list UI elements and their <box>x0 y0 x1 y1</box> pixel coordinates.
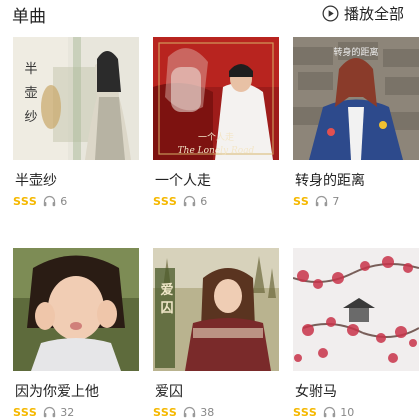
song-title[interactable]: 转身的距离 <box>295 170 365 190</box>
song-meta: SSS 6 <box>153 193 207 209</box>
headphone-icon <box>184 195 196 207</box>
cover-title-art: 半 壶 纱 <box>24 62 37 125</box>
play-circle-icon <box>322 5 339 22</box>
svg-text:The Lonely Road: The Lonely Road <box>178 146 255 156</box>
section-title: 单曲 <box>12 7 46 27</box>
svg-text:转身的距离: 转身的距离 <box>333 46 378 57</box>
svg-text:爱: 爱 <box>160 282 173 298</box>
listen-count: 32 <box>60 405 75 419</box>
quality-badge: SSS <box>13 405 38 419</box>
quality-badge: SSS <box>13 194 38 208</box>
svg-text:囚: 囚 <box>160 301 173 316</box>
quality-badge: SS <box>293 194 310 208</box>
listen-count: 10 <box>340 405 355 419</box>
headphone-icon <box>324 406 336 418</box>
album-cover[interactable] <box>13 248 139 371</box>
svg-text:纱: 纱 <box>24 110 37 125</box>
song-title[interactable]: 因为你爱上他 <box>15 381 99 401</box>
album-cover[interactable]: 一个人走 The Lonely Road <box>153 37 279 160</box>
cover-title-art: 转身的距离 <box>333 46 378 57</box>
song-meta: SSS 6 <box>13 193 67 209</box>
svg-text:半: 半 <box>24 62 37 77</box>
quality-badge: SSS <box>293 405 318 419</box>
quality-badge: SSS <box>153 194 178 208</box>
play-all-label: 播放全部 <box>343 5 404 23</box>
headphone-icon <box>44 195 56 207</box>
listen-count: 6 <box>60 194 68 208</box>
listen-count: 38 <box>200 405 215 419</box>
cover-title-art: 爱 囚 <box>160 282 173 316</box>
album-cover[interactable]: 半 壶 纱 <box>13 37 139 160</box>
song-meta: SSS 32 <box>13 404 74 420</box>
song-title[interactable]: 半壶纱 <box>15 170 57 190</box>
listen-count: 6 <box>200 194 208 208</box>
listen-count: 7 <box>332 194 340 208</box>
song-meta: SS 7 <box>293 193 339 209</box>
headphone-icon <box>316 195 328 207</box>
song-title[interactable]: 一个人走 <box>155 170 211 190</box>
play-all-button[interactable]: 播放全部 <box>322 3 404 24</box>
album-cover[interactable]: 爱 囚 <box>153 248 279 371</box>
cover-title-art: 一个人走 The Lonely Road <box>178 132 255 156</box>
quality-badge: SSS <box>153 405 178 419</box>
song-meta: SSS 10 <box>293 404 354 420</box>
album-cover[interactable]: 转身的距离 <box>293 37 419 160</box>
headphone-icon <box>44 406 56 418</box>
svg-text:壶: 壶 <box>24 86 37 101</box>
headphone-icon <box>184 406 196 418</box>
song-title[interactable]: 爱囚 <box>155 381 183 401</box>
song-meta: SSS 38 <box>153 404 214 420</box>
section-header: 单曲 播放全部 <box>0 0 420 28</box>
song-title[interactable]: 女驸马 <box>295 381 337 401</box>
album-cover[interactable] <box>293 248 419 371</box>
svg-text:一个人走: 一个人走 <box>198 132 234 143</box>
